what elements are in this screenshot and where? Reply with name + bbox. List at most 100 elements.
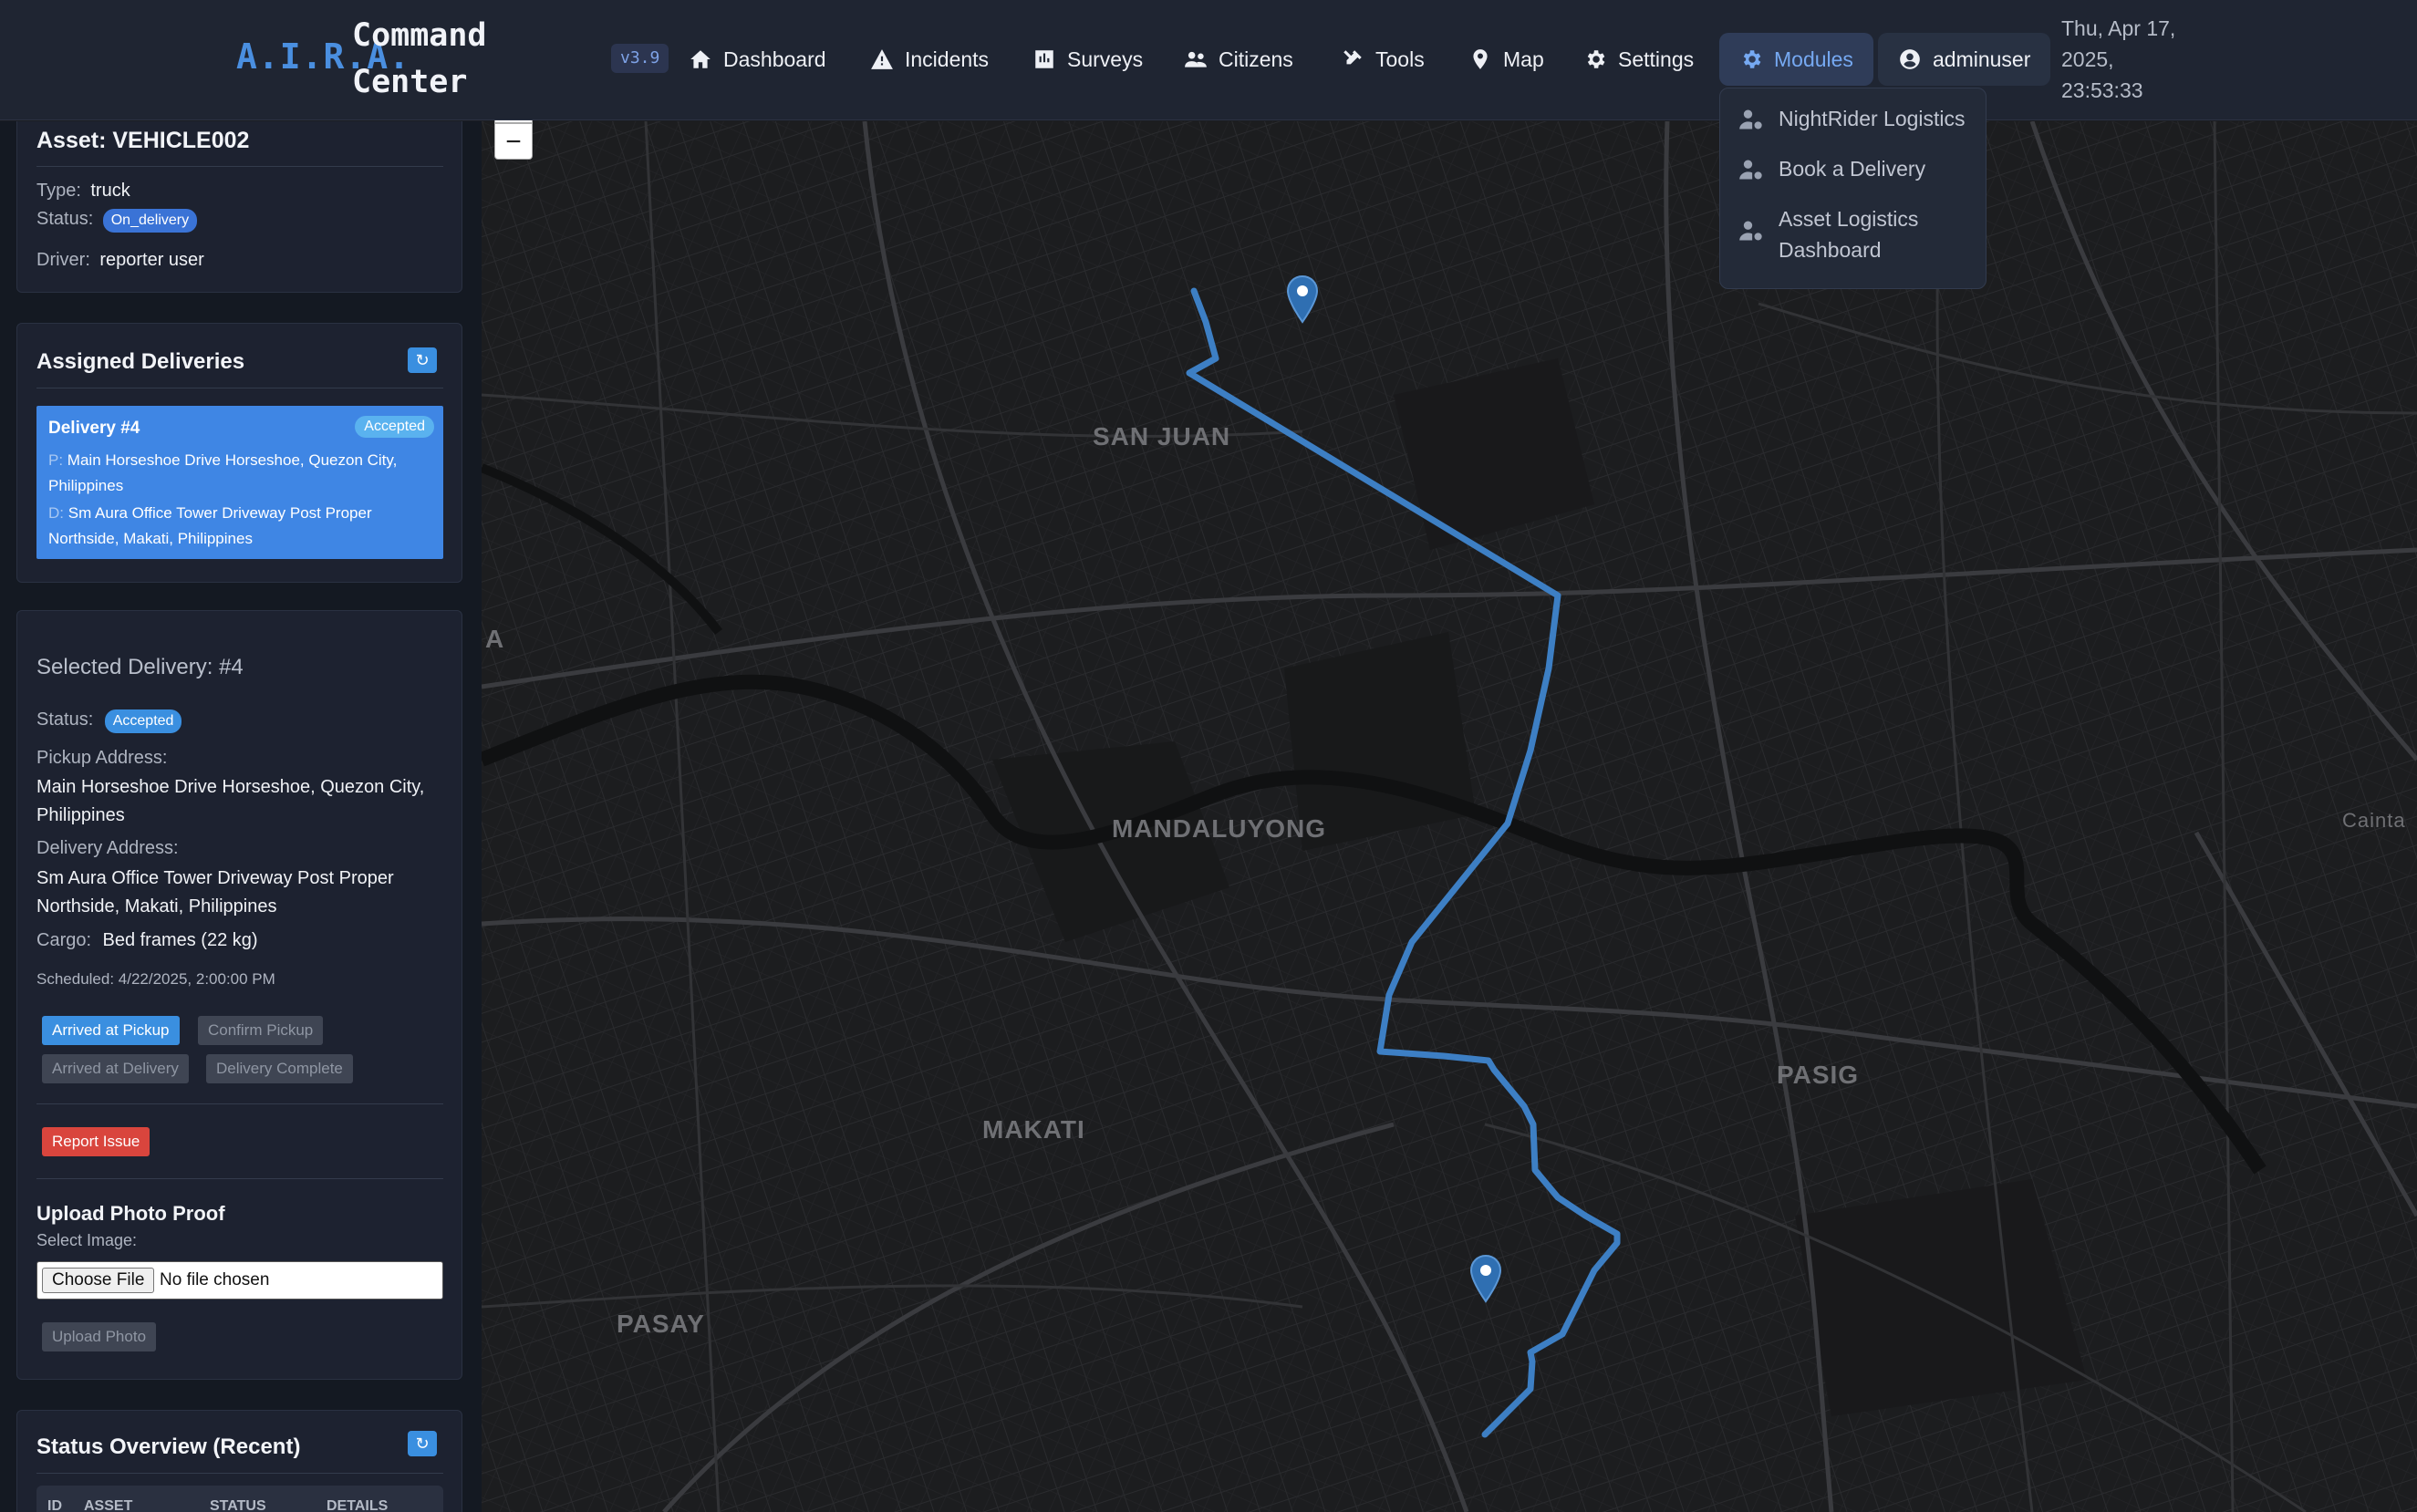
delivery-item-badge: Accepted xyxy=(355,416,434,438)
nav-modules[interactable]: Modules xyxy=(1719,33,1873,86)
nav-surveys[interactable]: Surveys xyxy=(1023,33,1152,86)
file-input[interactable]: Choose File No file chosen xyxy=(36,1261,443,1300)
nav-settings-label: Settings xyxy=(1618,47,1695,71)
datetime-clock: Thu, Apr 17, 2025, 23:53:33 xyxy=(2061,16,2176,102)
poll-icon xyxy=(1035,50,1053,68)
map-base-layer xyxy=(482,121,2417,1512)
pickup-marker-icon[interactable] xyxy=(1286,274,1319,324)
asset-status-badge: On_delivery xyxy=(102,209,198,233)
nav-dashboard[interactable]: Dashboard xyxy=(679,33,835,86)
zoom-out-button[interactable]: − xyxy=(494,123,533,160)
divider xyxy=(36,1178,443,1179)
map-label-san-juan: SAN JUAN xyxy=(1093,422,1231,450)
nav-tools[interactable]: Tools xyxy=(1332,33,1434,86)
column-header: ID xyxy=(47,1498,62,1512)
delivery-complete-button[interactable]: Delivery Complete xyxy=(206,1054,353,1083)
user-gear-icon xyxy=(1739,109,1762,129)
asset-type: truck xyxy=(90,181,130,201)
map-label-pasay: PASAY xyxy=(617,1310,705,1338)
column-header: STATUS xyxy=(210,1498,266,1512)
map-label-makati: MAKATI xyxy=(982,1115,1085,1144)
version-badge: v3.9 xyxy=(611,44,669,73)
nav-map-label: Map xyxy=(1503,47,1544,71)
nav-settings[interactable]: Settings xyxy=(1574,33,1703,86)
scheduled-time: Scheduled: 4/22/2025, 2:00:00 PM xyxy=(36,970,275,988)
delivery-item-title: Delivery #4 xyxy=(48,419,140,438)
dropoff-prefix: D: xyxy=(48,504,64,522)
upload-photo-button[interactable]: Upload Photo xyxy=(42,1322,157,1351)
divider xyxy=(36,1103,443,1104)
no-file-text: No file chosen xyxy=(160,1270,270,1289)
confirm-pickup-button[interactable]: Confirm Pickup xyxy=(198,1016,324,1045)
cargo-value: Bed frames (22 kg) xyxy=(102,930,258,950)
status-overview-title: Status Overview (Recent) xyxy=(36,1434,301,1459)
gear-icon xyxy=(1743,50,1761,68)
nav-tools-label: Tools xyxy=(1375,47,1425,71)
pickup-prefix: P: xyxy=(48,451,64,469)
user-menu[interactable]: adminuser xyxy=(1878,33,2051,86)
status-label: Status: xyxy=(36,209,94,229)
report-issue-button[interactable]: Report Issue xyxy=(42,1127,150,1156)
arrived-at-pickup-button[interactable]: Arrived at Pickup xyxy=(42,1016,180,1045)
nav-surveys-label: Surveys xyxy=(1067,47,1144,71)
warning-icon xyxy=(871,49,893,69)
user-gear-icon xyxy=(1739,160,1762,180)
cargo-label: Cargo: xyxy=(36,930,92,950)
map-label-cainta: Cainta xyxy=(2342,809,2406,832)
menu-item-label: NightRider Logistics xyxy=(1779,107,1966,130)
map-label-pasig: PASIG xyxy=(1777,1061,1860,1089)
dropoff-marker-icon[interactable] xyxy=(1469,1254,1502,1303)
status-label: Status: xyxy=(36,709,94,730)
selected-status-badge: Accepted xyxy=(104,709,182,733)
home-icon xyxy=(690,50,711,68)
username: adminuser xyxy=(1933,47,2031,71)
select-image-label: Select Image: xyxy=(36,1231,138,1249)
menu-item-label: Book a Delivery xyxy=(1779,157,1926,181)
type-label: Type: xyxy=(36,181,81,201)
selected-delivery-card: Selected Delivery: #4 Status: Accepted P… xyxy=(16,610,462,1380)
driver-label: Driver: xyxy=(36,250,90,270)
top-navbar: A.I.R.A. Command Center v3.9 Dashboard I… xyxy=(0,0,2417,120)
arrived-at-delivery-button[interactable]: Arrived at Delivery xyxy=(42,1054,189,1083)
asset-title: Asset: VEHICLE002 xyxy=(36,128,250,153)
nav-citizens-label: Citizens xyxy=(1219,47,1293,71)
delivery-address: Sm Aura Office Tower Driveway Post Prope… xyxy=(36,868,394,917)
driver-name: reporter user xyxy=(99,250,204,270)
map-pin-icon xyxy=(1473,49,1488,69)
brand-title[interactable]: Command Center xyxy=(352,13,534,106)
column-header: ASSET xyxy=(84,1498,133,1512)
menu-item-asset-logistics-dashboard[interactable]: Asset Logistics Dashboard xyxy=(1720,203,1986,265)
refresh-button[interactable]: ↻ xyxy=(408,1431,437,1456)
status-overview-card: Status Overview (Recent) ↻ ID ASSET STAT… xyxy=(16,1410,462,1512)
tools-icon xyxy=(1343,50,1362,65)
user-circle-icon xyxy=(1900,49,1920,69)
user-gear-icon xyxy=(1739,221,1762,241)
nav-map[interactable]: Map xyxy=(1459,33,1553,86)
asset-card: Asset: VEHICLE002 Type: truck Status: On… xyxy=(16,121,462,293)
pickup-address-label: Pickup Address: xyxy=(36,748,168,768)
nav-incidents-label: Incidents xyxy=(905,47,990,71)
gear-icon xyxy=(1587,50,1605,68)
menu-item-nightrider-logistics[interactable]: NightRider Logistics xyxy=(1720,103,1986,134)
map-view[interactable]: SAN JUAN MANDALUYONG MAKATI PASIG PASAY … xyxy=(482,121,2417,1512)
delivery-item-pickup: Main Horseshoe Drive Horseshoe, Quezon C… xyxy=(48,451,398,494)
upload-photo-title: Upload Photo Proof xyxy=(36,1202,225,1225)
selected-delivery-title: Selected Delivery: #4 xyxy=(36,655,244,679)
refresh-button[interactable]: ↻ xyxy=(408,347,437,373)
users-icon xyxy=(1185,51,1207,67)
column-header: DETAILS xyxy=(327,1498,389,1512)
menu-item-book-delivery[interactable]: Book a Delivery xyxy=(1720,153,1986,184)
delivery-item-dropoff: Sm Aura Office Tower Driveway Post Prope… xyxy=(48,504,372,547)
nav-modules-label: Modules xyxy=(1774,47,1853,71)
nav-citizens[interactable]: Citizens xyxy=(1175,33,1302,86)
nav-incidents[interactable]: Incidents xyxy=(861,33,998,86)
pickup-address: Main Horseshoe Drive Horseshoe, Quezon C… xyxy=(36,777,425,825)
divider xyxy=(36,166,443,167)
nav-dashboard-label: Dashboard xyxy=(723,47,826,71)
modules-dropdown: NightRider Logistics Book a Delivery Ass… xyxy=(1719,88,1987,289)
menu-item-label: Asset Logistics Dashboard xyxy=(1779,207,1919,262)
left-sidebar[interactable]: Asset: VEHICLE002 Type: truck Status: On… xyxy=(0,121,482,1512)
status-table-header: ID ASSET STATUS DETAILS xyxy=(36,1486,443,1512)
choose-file-button[interactable]: Choose File xyxy=(42,1268,155,1293)
delivery-list-item[interactable]: Delivery #4 Accepted P: Main Horseshoe D… xyxy=(36,406,443,559)
